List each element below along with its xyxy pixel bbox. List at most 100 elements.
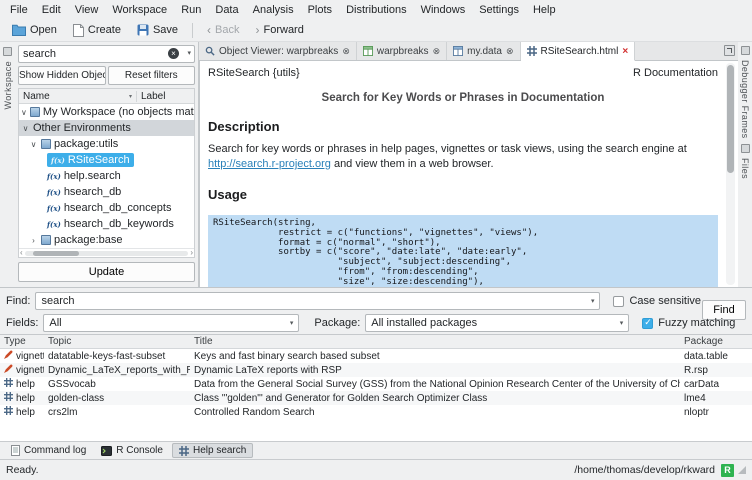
help-title: Search for Key Words or Phrases in Docum… bbox=[208, 92, 718, 104]
case-sensitive-checkbox[interactable] bbox=[613, 296, 624, 307]
menu-edit[interactable]: Edit bbox=[35, 2, 68, 18]
back-label: Back bbox=[215, 24, 239, 36]
menu-help[interactable]: Help bbox=[526, 2, 563, 18]
scrollbar-track[interactable] bbox=[25, 251, 189, 256]
tree-item-hsearch-db-keywords[interactable]: f(x) hsearch_db_keywords bbox=[19, 216, 194, 232]
menu-settings[interactable]: Settings bbox=[472, 2, 526, 18]
tree-item-rsitesearch[interactable]: f(x) RSiteSearch bbox=[19, 152, 194, 168]
left-dock-bar: Workspace bbox=[0, 42, 15, 287]
workspace-search: × ▾ bbox=[18, 45, 195, 63]
back-button[interactable]: ‹ Back bbox=[200, 22, 246, 38]
chevron-collapsed-icon[interactable]: › bbox=[29, 236, 38, 245]
open-button[interactable]: Open bbox=[5, 22, 64, 38]
detach-view-icon[interactable] bbox=[724, 45, 735, 56]
menu-view[interactable]: View bbox=[68, 2, 106, 18]
scrollbar-thumb[interactable] bbox=[727, 65, 734, 173]
tool-tab-command-log[interactable]: Command log bbox=[5, 443, 92, 458]
tree-item-hsearch-db[interactable]: f(x) hsearch_db bbox=[19, 184, 194, 200]
files-dock-tab[interactable]: Files bbox=[740, 158, 750, 179]
tab-object-viewer-warpbreaks[interactable]: Object Viewer: warpbreaks ⊗ bbox=[199, 42, 357, 60]
tree-item-my-workspace[interactable]: ∨ My Workspace (no objects matching filt… bbox=[19, 104, 194, 120]
doc-type-label: R Documentation bbox=[633, 67, 718, 79]
search-r-project-link[interactable]: http://search.r-project.org bbox=[208, 158, 331, 170]
help-icon bbox=[4, 406, 13, 418]
close-tab-icon[interactable]: ⊗ bbox=[342, 46, 350, 57]
tab-rsitesearch-html[interactable]: RSiteSearch.html × bbox=[521, 42, 636, 61]
tab-my-data[interactable]: my.data ⊗ bbox=[447, 42, 520, 60]
close-tab-icon[interactable]: ⊗ bbox=[433, 46, 441, 57]
menu-data[interactable]: Data bbox=[208, 2, 245, 18]
menu-analysis[interactable]: Analysis bbox=[246, 2, 301, 18]
menu-windows[interactable]: Windows bbox=[414, 2, 473, 18]
scroll-right-icon[interactable]: › bbox=[190, 249, 193, 257]
fields-combobox[interactable]: All ▾ bbox=[43, 314, 299, 332]
close-tab-icon[interactable]: × bbox=[622, 46, 628, 57]
chevron-expanded-icon[interactable]: ∨ bbox=[29, 140, 38, 149]
menu-run[interactable]: Run bbox=[174, 2, 208, 18]
column-package[interactable]: Package bbox=[680, 336, 752, 347]
search-options-chevron-icon[interactable]: ▾ bbox=[187, 49, 191, 57]
workspace-panel: × ▾ Show Hidden Objects Reset filters Na… bbox=[15, 42, 199, 287]
tool-tab-r-console[interactable]: R Console bbox=[95, 443, 169, 458]
horizontal-scrollbar[interactable]: ‹ › bbox=[19, 248, 194, 257]
find-combobox[interactable]: search ▾ bbox=[35, 292, 600, 310]
close-tab-icon[interactable]: ⊗ bbox=[506, 46, 514, 57]
fuzzy-matching-checkbox[interactable] bbox=[642, 318, 653, 329]
chevron-expanded-icon[interactable]: ∨ bbox=[21, 124, 30, 133]
r-console-icon bbox=[101, 446, 112, 456]
save-label: Save bbox=[153, 24, 178, 36]
vertical-scrollbar[interactable] bbox=[726, 63, 735, 285]
menu-plots[interactable]: Plots bbox=[301, 2, 339, 18]
working-directory: /home/thomas/develop/rkward bbox=[574, 464, 715, 476]
tool-tab-help-search[interactable]: Help search bbox=[172, 443, 253, 458]
column-header-name[interactable]: Name ▾ bbox=[19, 91, 137, 102]
menu-workspace[interactable]: Workspace bbox=[105, 2, 174, 18]
vignette-icon bbox=[4, 364, 13, 376]
scrollbar-thumb[interactable] bbox=[33, 251, 79, 256]
forward-button[interactable]: › Forward bbox=[249, 22, 311, 38]
help-search-icon bbox=[179, 446, 189, 456]
scroll-left-icon[interactable]: ‹ bbox=[20, 249, 23, 257]
menu-file[interactable]: File bbox=[3, 2, 35, 18]
package-combobox[interactable]: All installed packages ▾ bbox=[365, 314, 629, 332]
resize-grip[interactable] bbox=[738, 466, 746, 474]
tab-label: RSiteSearch.html bbox=[541, 46, 619, 57]
clear-search-icon[interactable]: × bbox=[168, 48, 179, 59]
results-header: Type Topic Title Package bbox=[0, 335, 752, 349]
create-button[interactable]: Create bbox=[66, 22, 128, 39]
table-row[interactable]: help crs2lm Controlled Random Search nlo… bbox=[0, 405, 752, 419]
reset-filters-button[interactable]: Reset filters bbox=[108, 66, 196, 85]
tree-item-other-environments[interactable]: ∨ Other Environments bbox=[19, 120, 194, 136]
tree-item-hsearch-db-concepts[interactable]: f(x) hsearch_db_concepts bbox=[19, 200, 194, 216]
debugger-frames-icon bbox=[741, 46, 750, 55]
update-button[interactable]: Update bbox=[18, 262, 195, 282]
tree-item-package-base[interactable]: › package:base bbox=[19, 232, 194, 248]
table-row[interactable]: help GSSvocab Data from the General Soci… bbox=[0, 377, 752, 391]
document-tabbar: Object Viewer: warpbreaks ⊗ warpbreaks ⊗… bbox=[199, 42, 738, 61]
table-row[interactable]: vignette datatable-keys-fast-subset Keys… bbox=[0, 349, 752, 363]
open-folder-icon bbox=[12, 24, 26, 36]
r-engine-status-badge[interactable]: R bbox=[721, 464, 734, 477]
tree-item-package-utils[interactable]: ∨ package:utils bbox=[19, 136, 194, 152]
tab-warpbreaks[interactable]: warpbreaks ⊗ bbox=[357, 42, 447, 60]
menu-distributions[interactable]: Distributions bbox=[339, 2, 414, 18]
command-log-icon bbox=[11, 445, 20, 456]
chevron-down-icon: ▾ bbox=[284, 319, 294, 327]
help-page-icon bbox=[527, 46, 537, 56]
column-header-label[interactable]: Label bbox=[137, 91, 169, 102]
usage-code-block[interactable]: RSiteSearch(string, restrict = c("functi… bbox=[208, 215, 718, 287]
fields-label: Fields: bbox=[6, 317, 38, 329]
workspace-dock-tab[interactable]: Workspace bbox=[3, 61, 13, 109]
table-row[interactable]: help golden-class Class '"golden"' and G… bbox=[0, 391, 752, 405]
column-topic[interactable]: Topic bbox=[44, 336, 190, 347]
column-type[interactable]: Type bbox=[0, 336, 44, 347]
save-button[interactable]: Save bbox=[130, 22, 185, 38]
help-topic: RSiteSearch {utils} bbox=[208, 67, 300, 79]
table-row[interactable]: vignette Dynamic_LaTeX_reports_with_RSP … bbox=[0, 363, 752, 377]
tree-item-help-search[interactable]: f(x) help.search bbox=[19, 168, 194, 184]
find-row: Find: search ▾ Case sensitive Find bbox=[0, 290, 752, 312]
show-hidden-objects-button[interactable]: Show Hidden Objects bbox=[18, 66, 106, 85]
chevron-expanded-icon[interactable]: ∨ bbox=[21, 108, 27, 117]
column-title[interactable]: Title bbox=[190, 336, 680, 347]
debugger-frames-dock-tab[interactable]: Debugger Frames bbox=[740, 60, 750, 139]
